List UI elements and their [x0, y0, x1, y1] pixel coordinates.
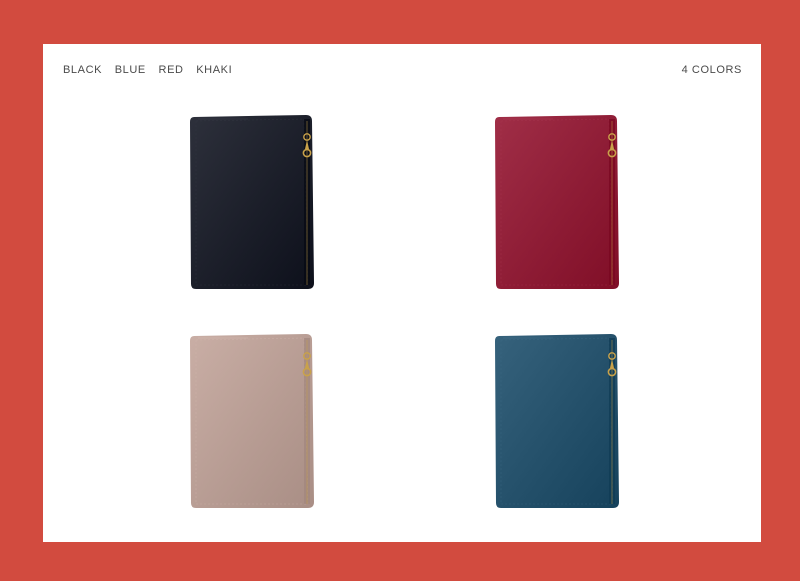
wallet-khaki-image — [188, 332, 318, 510]
wallet-blue-image — [493, 332, 623, 510]
wallet-illustration — [495, 334, 619, 508]
color-count-label: 4 COLORS — [681, 64, 742, 76]
product-panel: BLACK BLUE RED KHAKI 4 COLORS — [43, 44, 761, 542]
wallet-illustration — [190, 115, 314, 289]
wallet-black-image — [188, 113, 318, 291]
color-option-black: BLACK — [63, 64, 103, 76]
wallet-red-image — [493, 113, 623, 291]
color-option-blue: BLUE — [114, 64, 146, 76]
color-option-khaki: KHAKI — [196, 64, 233, 76]
color-option-red: RED — [158, 64, 184, 76]
color-options-list: BLACK BLUE RED KHAKI — [63, 64, 241, 76]
wallet-illustration — [495, 115, 619, 289]
wallet-illustration — [190, 334, 314, 508]
